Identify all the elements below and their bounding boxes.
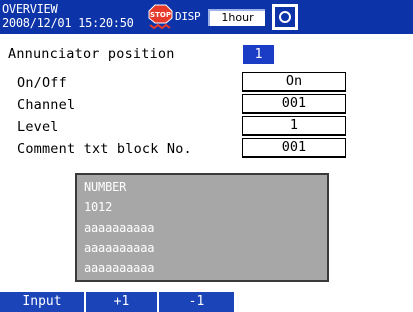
onoff-label: On/Off: [17, 75, 67, 91]
softkey-bar: Input +1 -1: [0, 292, 413, 312]
preview-line: NUMBER: [84, 180, 127, 194]
comment-block-label: Comment txt block No.: [17, 141, 192, 157]
preview-line: aaaaaaaaaa: [84, 221, 155, 235]
preview-line: aaaaaaaaaa: [84, 241, 155, 255]
input-softkey[interactable]: Input: [0, 292, 85, 312]
annunciator-position-value[interactable]: 1: [243, 45, 274, 64]
channel-label: Channel: [17, 97, 76, 113]
decrement-softkey[interactable]: -1: [159, 292, 235, 312]
screen-title: OVERVIEW: [2, 2, 58, 16]
comment-block-field[interactable]: 001: [242, 138, 346, 158]
datetime: 2008/12/01 15:20:50: [2, 16, 134, 30]
media-icon: [272, 4, 298, 30]
channel-field[interactable]: 001: [242, 94, 346, 114]
annunciator-position-label: Annunciator position: [8, 46, 175, 62]
onoff-field[interactable]: On: [242, 72, 346, 92]
comment-preview-panel: NUMBER 1012 aaaaaaaaaa aaaaaaaaaa aaaaaa…: [75, 173, 329, 282]
stop-alarm-icon: STOP: [147, 3, 174, 30]
preview-line: 1012: [84, 200, 113, 214]
trend-rate-box: 1hour: [208, 9, 265, 26]
level-label: Level: [17, 119, 59, 135]
display-mode-label: DISP: [175, 10, 201, 23]
preview-line: aaaaaaaaaa: [84, 261, 155, 275]
stop-text: STOP: [150, 11, 171, 19]
level-field[interactable]: 1: [242, 116, 346, 136]
status-header: OVERVIEW 2008/12/01 15:20:50 STOP DISP 1…: [0, 0, 413, 34]
increment-softkey[interactable]: +1: [86, 292, 158, 312]
